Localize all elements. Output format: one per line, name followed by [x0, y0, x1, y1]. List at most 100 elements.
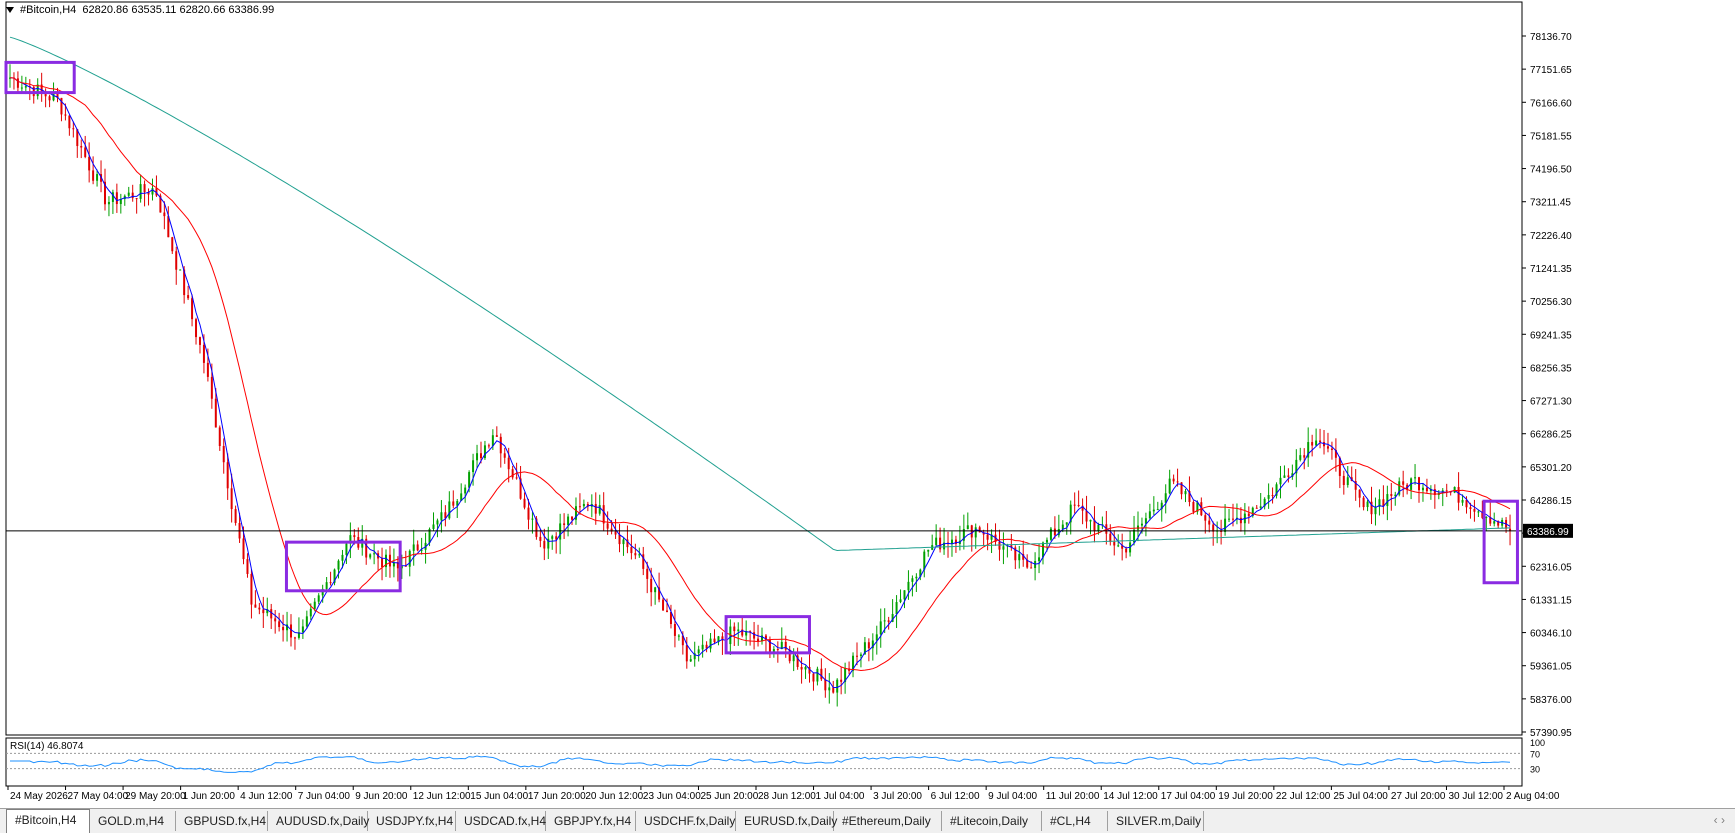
candle-body — [1465, 499, 1468, 508]
candle-body — [1231, 518, 1234, 520]
candle-body — [175, 251, 178, 270]
time-tick-label: 1 Jul 04:00 — [816, 791, 865, 802]
candle-body — [563, 523, 566, 525]
candle-body — [115, 192, 118, 205]
candle-body — [571, 516, 574, 520]
time-tick-label: 27 May 04:00 — [68, 791, 129, 802]
candle-body — [1326, 446, 1329, 449]
price-tick-label: 68256.35 — [1530, 363, 1572, 374]
candle-body — [487, 445, 490, 447]
candle-body — [551, 536, 554, 539]
chart-tab[interactable]: GBPUSD.fx,H4 — [176, 811, 268, 831]
candle-body — [1315, 440, 1318, 446]
candle-body — [222, 446, 225, 463]
candle-body — [72, 128, 75, 130]
candle-body — [1148, 511, 1151, 519]
chart-tabs-bar: #Bitcoin,H4 GOLD.m,H4 GBPUSD.fx,H4 AUDUSD.f… — [0, 808, 1735, 833]
time-tick-label: 22 Jul 12:00 — [1276, 791, 1331, 802]
chart-tab[interactable]: #Ethereum,Daily — [834, 811, 942, 831]
chart-tab[interactable]: USDCHF.fx,Daily — [636, 811, 736, 831]
candle-body — [1228, 518, 1231, 520]
candle-body — [1493, 521, 1496, 524]
chart-tab[interactable]: GBPJPY.fx,H4 — [546, 811, 636, 831]
time-tick-label: 17 Jun 20:00 — [528, 791, 586, 802]
candle-body — [127, 192, 130, 196]
candle-body — [1259, 506, 1262, 508]
time-tick-label: 1 Jun 20:00 — [183, 791, 236, 802]
candle-body — [602, 505, 605, 524]
candle-body — [290, 624, 293, 638]
price-tick-label: 67271.30 — [1530, 397, 1572, 408]
current-price-label: 63386.99 — [1527, 527, 1569, 538]
candle-body — [515, 477, 518, 479]
candle-body — [495, 435, 498, 437]
candle-body — [1168, 478, 1171, 494]
candle-body — [1390, 494, 1393, 496]
rsi-level-label: 30 — [1530, 765, 1540, 775]
main-price-panel[interactable] — [4, 1, 1523, 736]
rsi-panel[interactable]: 10070 30 — [5, 737, 1545, 787]
candle-body — [582, 503, 585, 507]
candle-body — [301, 626, 304, 633]
candle-body — [345, 543, 348, 555]
candle-body — [986, 534, 989, 540]
candle-body — [828, 687, 831, 691]
candle-body — [1247, 513, 1250, 516]
candle-body — [559, 523, 562, 540]
chart-tab[interactable]: EURUSD.fx,Daily — [736, 811, 837, 831]
chart-tab[interactable]: USDJPY.fx,H4 — [368, 811, 456, 831]
time-tick-label: 29 May 20:00 — [125, 791, 186, 802]
candle-body — [476, 453, 479, 461]
candle-body — [139, 184, 142, 199]
candle-body — [606, 523, 609, 529]
chart-canvas[interactable]: 10070 30 78136.70 77151.65 76166.60 75181.55… — [0, 0, 1735, 808]
chart-tab[interactable]: #CL,H4 — [1042, 811, 1108, 831]
candle-body — [1049, 528, 1052, 540]
candle-body — [226, 462, 229, 489]
candle-body — [448, 501, 451, 519]
candle-body — [337, 560, 340, 570]
price-tick-label: 70256.30 — [1530, 297, 1572, 308]
candle-body — [1152, 509, 1155, 512]
candle-body — [1469, 507, 1472, 510]
price-tick-label: 57390.95 — [1530, 728, 1572, 739]
candle-body — [646, 568, 649, 579]
candle-body — [1402, 481, 1405, 485]
chart-tab[interactable]: USDCAD.fx,H4 — [456, 811, 546, 831]
candle-body — [1176, 481, 1179, 483]
candle-body — [270, 609, 273, 619]
candle-body — [305, 616, 308, 627]
chart-tab[interactable]: AUDUSD.fx,Daily — [268, 811, 369, 831]
candle-body — [832, 687, 835, 693]
candle-body — [883, 620, 886, 622]
chart-tab[interactable]: #Litecoin,Daily — [942, 811, 1042, 831]
chart-tab[interactable]: GOLD.m,H4 — [90, 811, 176, 831]
candle-body — [598, 505, 601, 514]
candle-body — [594, 504, 597, 514]
candle-body — [1414, 477, 1417, 479]
candle-body — [753, 632, 756, 639]
chart-tab[interactable]: #Bitcoin,H4 — [6, 809, 90, 833]
price-tick-label: 58376.00 — [1530, 695, 1572, 706]
price-tick-label: 78136.70 — [1530, 32, 1572, 43]
candle-body — [84, 147, 87, 157]
candle-body — [313, 601, 316, 609]
chart-tab[interactable]: SILVER.m,Daily — [1108, 811, 1204, 831]
candle-body — [673, 624, 676, 636]
time-tick-label: 6 Jul 12:00 — [931, 791, 980, 802]
candle-body — [64, 114, 67, 116]
candle-body — [1239, 517, 1242, 524]
collapse-triangle-icon[interactable] — [6, 7, 14, 14]
candle-body — [1330, 448, 1333, 451]
candle-body — [939, 537, 942, 550]
candle-body — [309, 608, 312, 617]
candle-body — [776, 649, 779, 651]
candle-body — [1192, 502, 1195, 512]
tab-scroll-arrows-icon[interactable]: ‹ › — [1714, 813, 1725, 827]
candle-body — [737, 629, 740, 632]
mid-ma-line — [9, 77, 1511, 672]
candle-body — [899, 599, 902, 603]
slow-ma-line — [9, 36, 1511, 552]
main-panel-frame — [5, 1, 1523, 736]
candle-body — [1255, 507, 1258, 509]
